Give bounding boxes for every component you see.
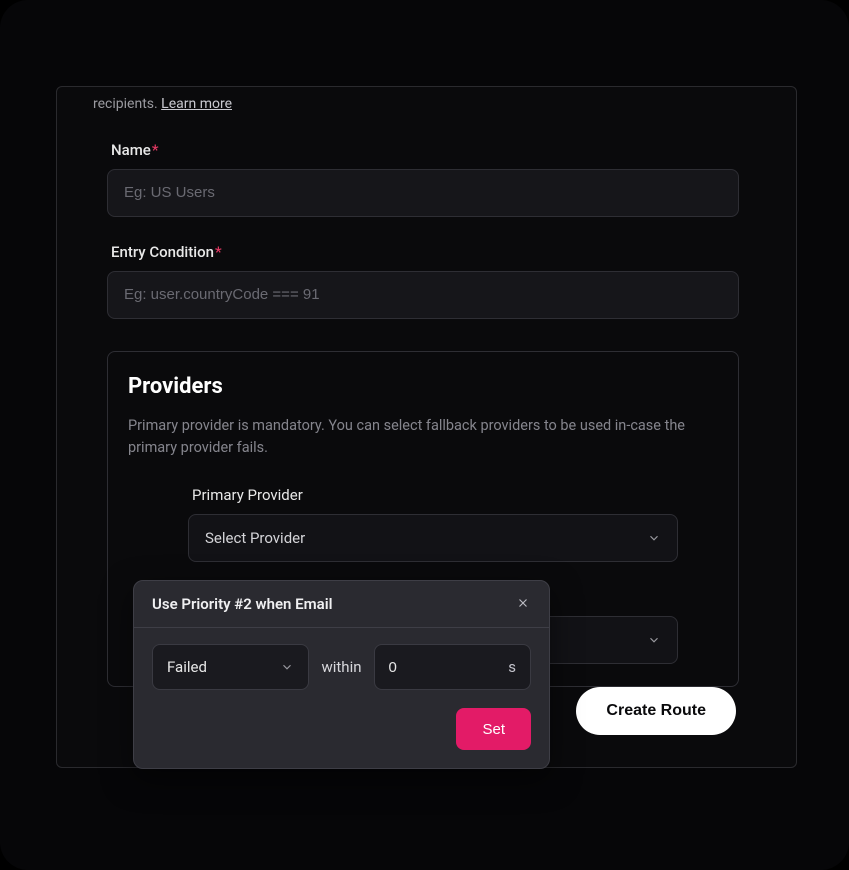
time-unit: s	[508, 658, 516, 676]
set-button-label: Set	[482, 721, 505, 738]
name-label: Name*	[111, 141, 760, 159]
required-asterisk: *	[152, 141, 159, 159]
close-button[interactable]	[515, 596, 531, 612]
popover-title: Use Priority #2 when Email	[152, 595, 333, 613]
popover-header: Use Priority #2 when Email	[134, 581, 549, 628]
name-input[interactable]	[107, 169, 739, 217]
primary-provider-label: Primary Provider	[192, 486, 718, 504]
primary-provider-value: Select Provider	[205, 529, 305, 547]
close-icon	[516, 595, 530, 614]
popover-row: Failed within s	[152, 644, 531, 690]
entry-condition-label-text: Entry Condition	[111, 243, 214, 261]
app-window: recipients. Learn more Name* Entry Condi…	[0, 0, 849, 870]
intro-text: recipients. Learn more	[93, 87, 760, 115]
status-value: Failed	[167, 658, 207, 676]
time-input-wrap[interactable]: s	[374, 644, 531, 690]
within-label: within	[321, 658, 361, 676]
intro-trailing: recipients.	[93, 96, 161, 112]
learn-more-link[interactable]: Learn more	[161, 96, 232, 112]
popover-body: Failed within s Set	[134, 628, 549, 768]
providers-description: Primary provider is mandatory. You can s…	[128, 415, 718, 460]
time-input[interactable]	[389, 659, 489, 676]
chevron-down-icon	[280, 660, 294, 674]
name-label-text: Name	[111, 141, 151, 159]
set-button[interactable]: Set	[456, 708, 531, 750]
primary-provider-select[interactable]: Select Provider	[188, 514, 678, 562]
providers-title: Providers	[128, 374, 718, 399]
chevron-down-icon	[647, 531, 661, 545]
status-select[interactable]: Failed	[152, 644, 309, 690]
create-route-button[interactable]: Create Route	[576, 687, 736, 735]
popover-actions: Set	[152, 708, 531, 750]
chevron-down-icon	[647, 633, 661, 647]
priority-condition-popover: Use Priority #2 when Email Failed within	[133, 580, 550, 769]
entry-condition-label: Entry Condition*	[111, 243, 760, 261]
create-route-label: Create Route	[606, 702, 706, 720]
entry-condition-input[interactable]	[107, 271, 739, 319]
required-asterisk: *	[215, 243, 222, 261]
